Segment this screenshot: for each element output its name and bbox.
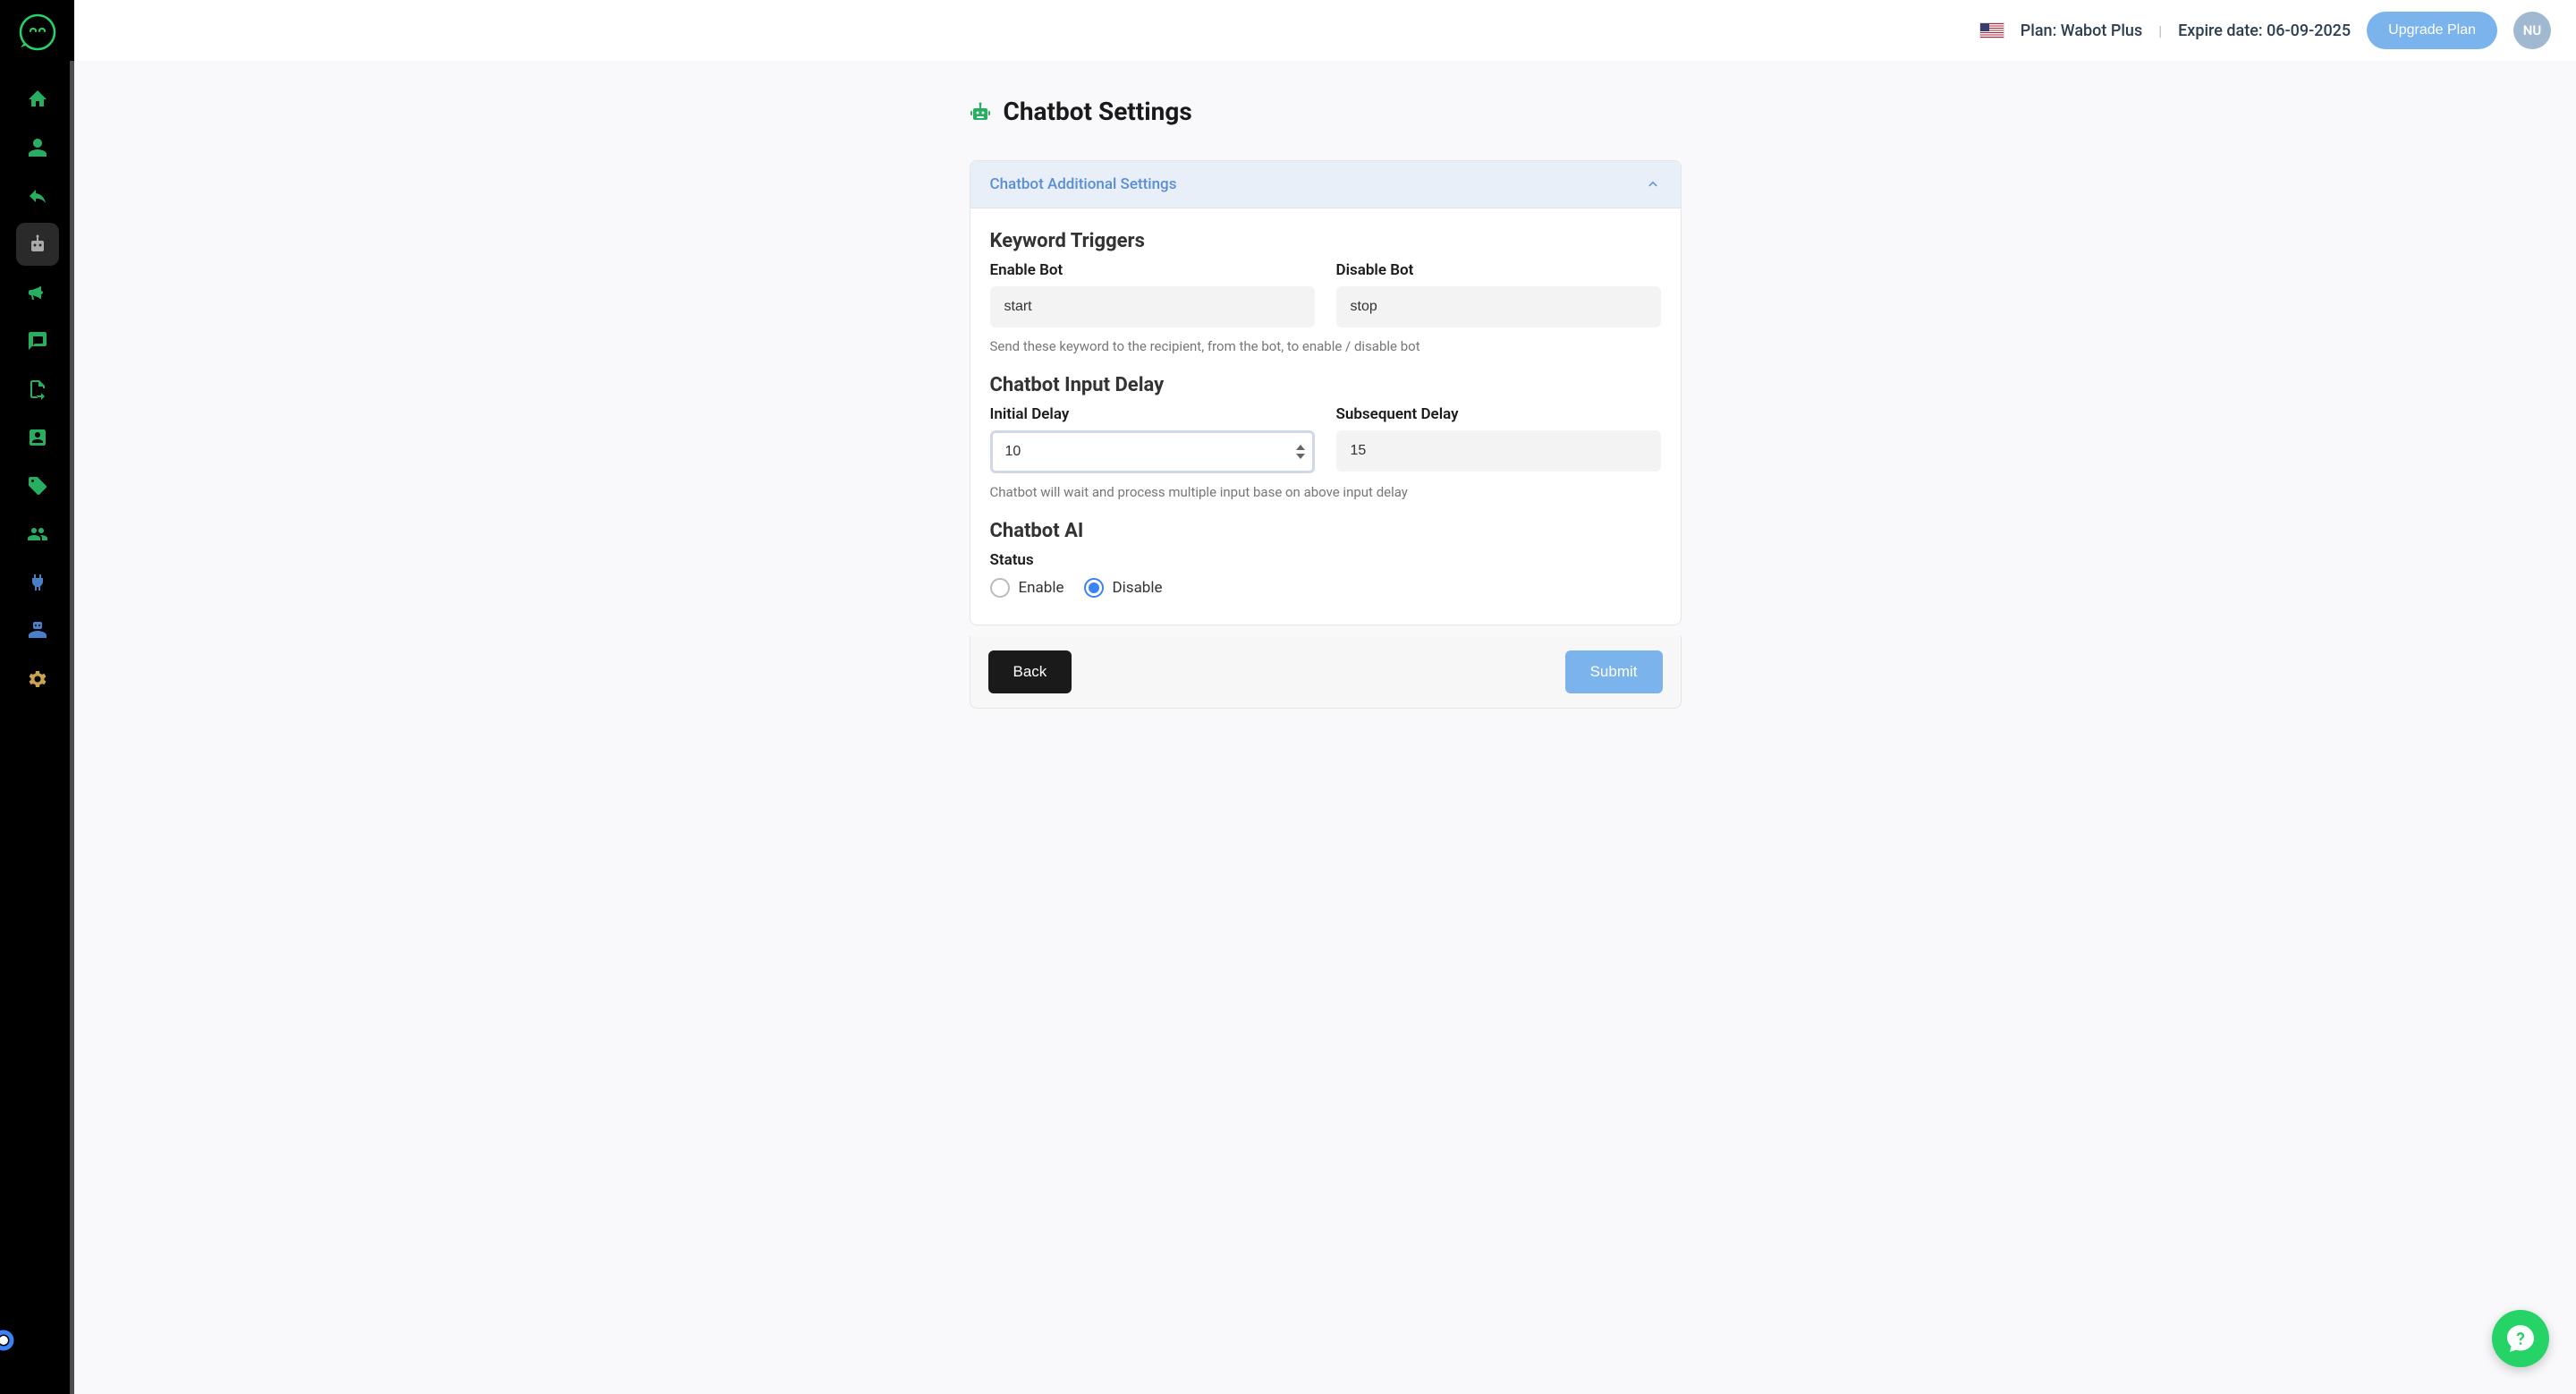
- user-icon: [27, 137, 48, 158]
- radio-circle-disable: [1084, 578, 1104, 598]
- address-book-icon: [27, 427, 48, 448]
- sidebar-item-plugin[interactable]: [16, 561, 59, 604]
- enable-bot-input[interactable]: [990, 286, 1315, 327]
- robot-icon: [970, 101, 991, 123]
- chat-icon: [27, 330, 48, 352]
- sidebar-item-contacts[interactable]: [16, 416, 59, 459]
- sidebar-scrollbar[interactable]: [70, 61, 74, 1394]
- sidebar-item-user[interactable]: [16, 126, 59, 169]
- reply-icon: [27, 185, 48, 207]
- flag-icon[interactable]: [1979, 22, 2004, 38]
- sidebar-item-home[interactable]: [16, 78, 59, 121]
- chevron-up-icon: [1645, 176, 1661, 192]
- sidebar-item-chat[interactable]: [16, 319, 59, 362]
- header: Plan: Wabot Plus | Expire date: 06-09-20…: [74, 0, 2576, 61]
- tags-icon: [27, 475, 48, 497]
- help-chat-icon: [2504, 1322, 2537, 1355]
- plug-icon: [27, 572, 48, 593]
- initial-delay-label: Initial Delay: [990, 405, 1315, 423]
- radio-circle-enable: [990, 578, 1010, 598]
- team-icon: [27, 523, 48, 545]
- radio-disable-label: Disable: [1113, 579, 1163, 597]
- sidebar-item-export[interactable]: [16, 368, 59, 411]
- radio-enable-label: Enable: [1019, 579, 1064, 597]
- content-area: Chatbot Settings Chatbot Additional Sett…: [74, 61, 2576, 1394]
- disable-bot-input[interactable]: [1336, 286, 1661, 327]
- bot-user-icon: [27, 620, 48, 642]
- back-button[interactable]: Back: [988, 650, 1072, 693]
- input-delay-title: Chatbot Input Delay: [990, 374, 1661, 396]
- page-title-row: Chatbot Settings: [970, 97, 1682, 126]
- card-header-label: Chatbot Additional Settings: [990, 175, 1177, 193]
- spinner-down[interactable]: [1295, 453, 1306, 460]
- sidebar-item-reply[interactable]: [16, 174, 59, 217]
- sidebar-item-chatbot[interactable]: [16, 223, 59, 266]
- avatar[interactable]: NU: [2513, 12, 2551, 49]
- home-icon: [27, 89, 48, 110]
- keyword-help-text: Send these keyword to the recipient, fro…: [990, 338, 1661, 354]
- sidebar-item-broadcast[interactable]: [16, 271, 59, 314]
- sidebar-item-bot-user[interactable]: [16, 609, 59, 652]
- gear-icon: [27, 668, 48, 690]
- sidebar: [0, 0, 74, 1394]
- initial-delay-input[interactable]: [990, 430, 1315, 473]
- submit-button[interactable]: Submit: [1565, 650, 1663, 693]
- page-title: Chatbot Settings: [1004, 97, 1192, 126]
- expire-label: Expire date: 06-09-2025: [2178, 21, 2351, 40]
- plan-label: Plan: Wabot Plus: [2021, 21, 2142, 40]
- chatbot-ai-title: Chatbot AI: [990, 520, 1661, 542]
- partial-circle-icon: [0, 1330, 14, 1351]
- caret-down-icon: [1296, 454, 1305, 459]
- status-label: Status: [990, 551, 1661, 569]
- settings-card: Chatbot Additional Settings Keyword Trig…: [970, 160, 1682, 625]
- upgrade-button[interactable]: Upgrade Plan: [2367, 12, 2497, 49]
- sidebar-item-team[interactable]: [16, 513, 59, 556]
- logo[interactable]: [19, 13, 56, 51]
- enable-bot-label: Enable Bot: [990, 261, 1315, 279]
- subsequent-delay-input[interactable]: [1336, 430, 1661, 472]
- caret-up-icon: [1296, 445, 1305, 450]
- card-header[interactable]: Chatbot Additional Settings: [970, 161, 1681, 208]
- header-divider: |: [2158, 22, 2162, 39]
- help-float-button[interactable]: [2492, 1310, 2549, 1367]
- spinner-up[interactable]: [1295, 444, 1306, 451]
- megaphone-icon: [27, 282, 48, 303]
- subsequent-delay-label: Subsequent Delay: [1336, 405, 1661, 423]
- sidebar-item-tags[interactable]: [16, 464, 59, 507]
- radio-enable[interactable]: Enable: [990, 578, 1064, 598]
- button-bar: Back Submit: [970, 636, 1682, 709]
- export-icon: [27, 378, 48, 400]
- keyword-triggers-title: Keyword Triggers: [990, 230, 1661, 252]
- robot-icon: [27, 234, 48, 255]
- radio-disable[interactable]: Disable: [1084, 578, 1163, 598]
- delay-help-text: Chatbot will wait and process multiple i…: [990, 484, 1661, 500]
- sidebar-item-settings[interactable]: [16, 658, 59, 701]
- disable-bot-label: Disable Bot: [1336, 261, 1661, 279]
